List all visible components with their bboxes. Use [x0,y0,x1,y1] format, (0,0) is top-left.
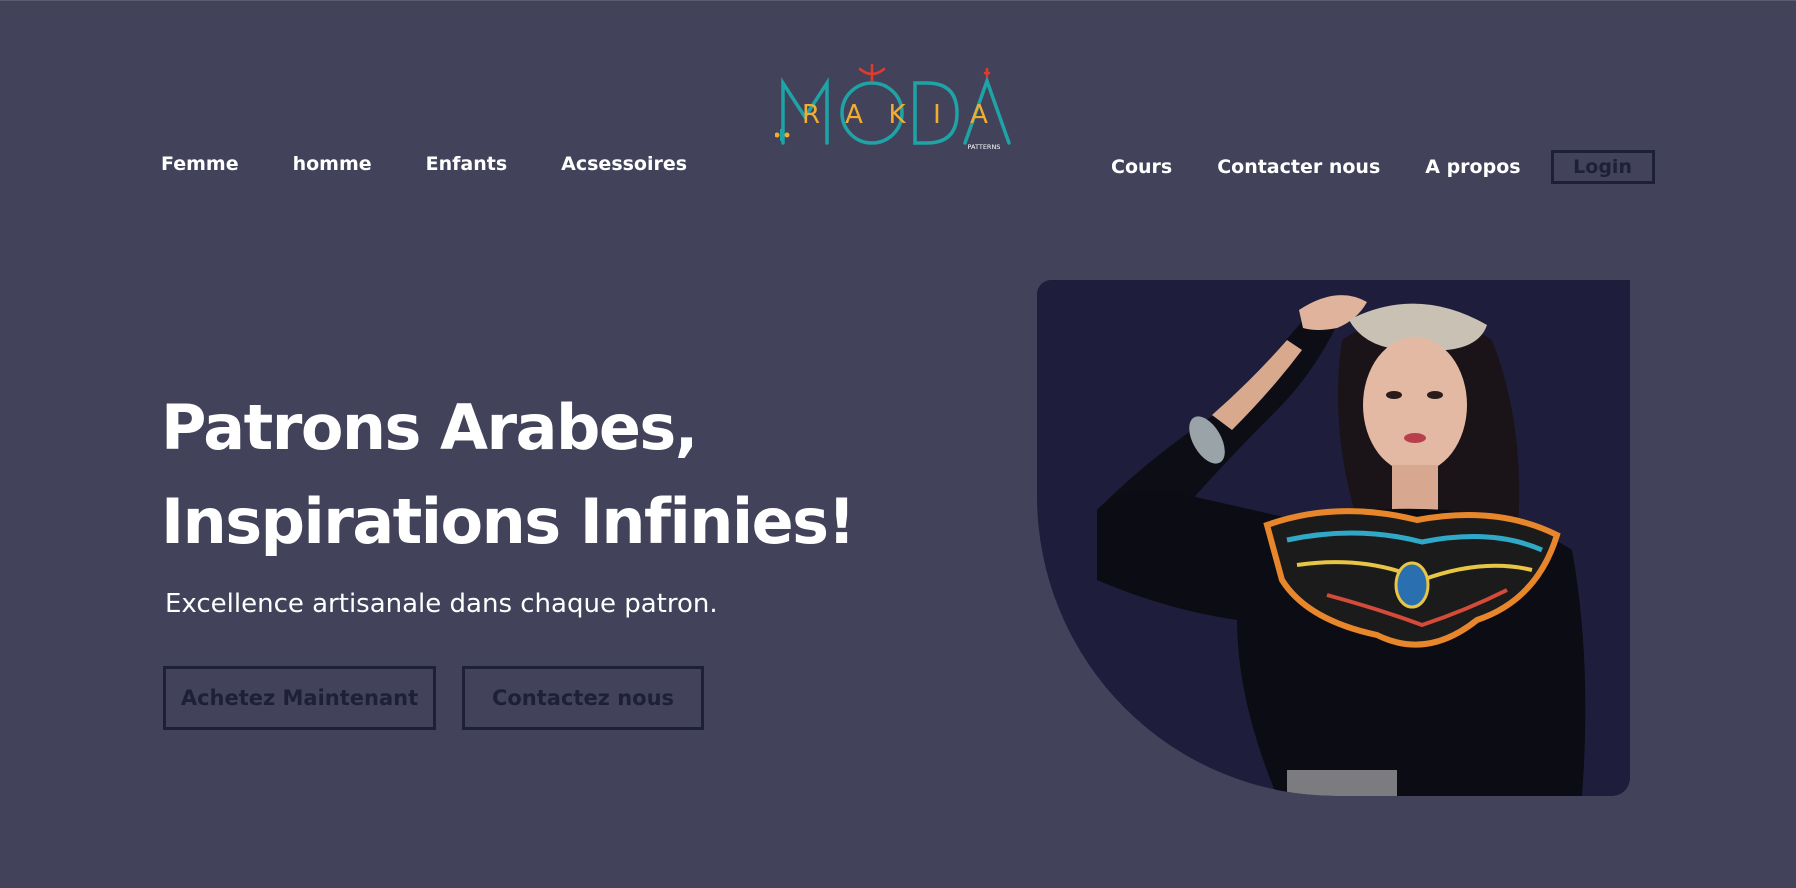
logo-letter-a2: A [970,100,988,130]
hero-model-image [1037,280,1630,796]
landing-page: R A K I A PATTERNS Femme homme Enfants A… [0,0,1796,888]
hero-title: Patrons Arabes, Inspirations Infinies! [161,381,856,569]
logo-tagline: PATTERNS [968,143,1001,151]
logo-letter-i: I [933,100,941,130]
nav-cours[interactable]: Cours [1111,156,1172,178]
hero-title-line1: Patrons Arabes, [161,391,698,464]
logo-letter-a: A [845,100,863,130]
nav-about[interactable]: A propos [1425,156,1520,178]
moda-rakia-logo[interactable]: R A K I A PATTERNS [775,61,1015,156]
nav-contact[interactable]: Contacter nous [1217,156,1380,178]
logo-letter-k: K [888,100,906,130]
hero-title-line2: Inspirations Infinies! [161,485,856,558]
nav-accessoires[interactable]: Acsessoires [561,153,687,175]
nav-enfants[interactable]: Enfants [426,153,508,175]
woman-in-traditional-dress-illustration [1097,295,1586,796]
buy-now-button[interactable]: Achetez Maintenant [163,666,436,730]
nav-femme[interactable]: Femme [161,153,239,175]
contact-us-button[interactable]: Contactez nous [462,666,704,730]
primary-nav: Femme homme Enfants Acsessoires [161,153,741,175]
nav-homme[interactable]: homme [293,153,372,175]
login-button[interactable]: Login [1550,150,1655,184]
secondary-nav: Cours Contacter nous A propos Login [1111,150,1655,184]
hero-subtitle: Excellence artisanale dans chaque patron… [165,589,718,619]
logo-letter-r: R [802,100,820,130]
